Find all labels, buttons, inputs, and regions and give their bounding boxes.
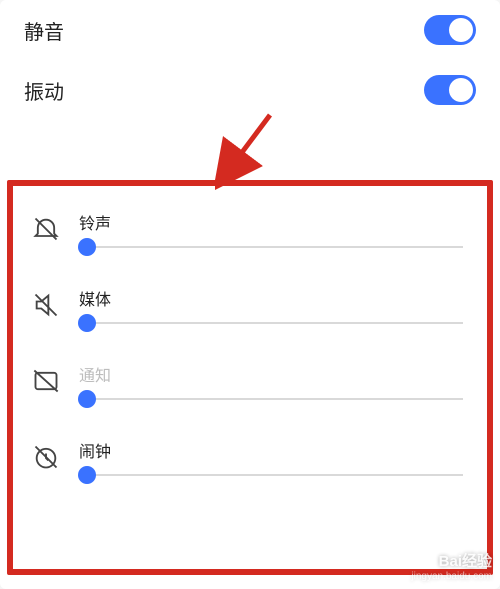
notify-label: 通知 — [79, 362, 463, 386]
ringtone-row: 铃声 — [29, 194, 471, 270]
notify-slider[interactable] — [79, 398, 463, 400]
clock-off-icon — [29, 443, 63, 471]
speaker-off-icon — [29, 291, 63, 319]
notify-row: 通知 — [29, 346, 471, 422]
alarm-row: 闹钟 — [29, 422, 471, 498]
mute-row: 静音 — [0, 0, 500, 60]
annotation-arrow-icon — [215, 110, 285, 190]
vibrate-switch[interactable] — [424, 75, 476, 105]
message-off-icon — [29, 367, 63, 395]
ringtone-slider[interactable] — [79, 246, 463, 248]
media-slider[interactable] — [79, 322, 463, 324]
bell-off-icon — [29, 215, 63, 243]
alarm-slider[interactable] — [79, 474, 463, 476]
alarm-label: 闹钟 — [79, 438, 463, 462]
media-slider-thumb[interactable] — [78, 314, 96, 332]
ringtone-label: 铃声 — [79, 210, 463, 234]
notify-slider-thumb[interactable] — [78, 390, 96, 408]
settings-screen: 静音 振动 铃声 — [0, 0, 500, 589]
highlight-box: 铃声 媒体 — [7, 180, 493, 575]
mute-switch[interactable] — [424, 15, 476, 45]
vibrate-row: 振动 — [0, 60, 500, 120]
alarm-slider-thumb[interactable] — [78, 466, 96, 484]
vibrate-label: 振动 — [24, 76, 64, 105]
volume-sliders-group: 铃声 媒体 — [13, 186, 487, 498]
media-label: 媒体 — [79, 286, 463, 310]
mute-label: 静音 — [24, 16, 64, 45]
media-row: 媒体 — [29, 270, 471, 346]
ringtone-slider-thumb[interactable] — [78, 238, 96, 256]
